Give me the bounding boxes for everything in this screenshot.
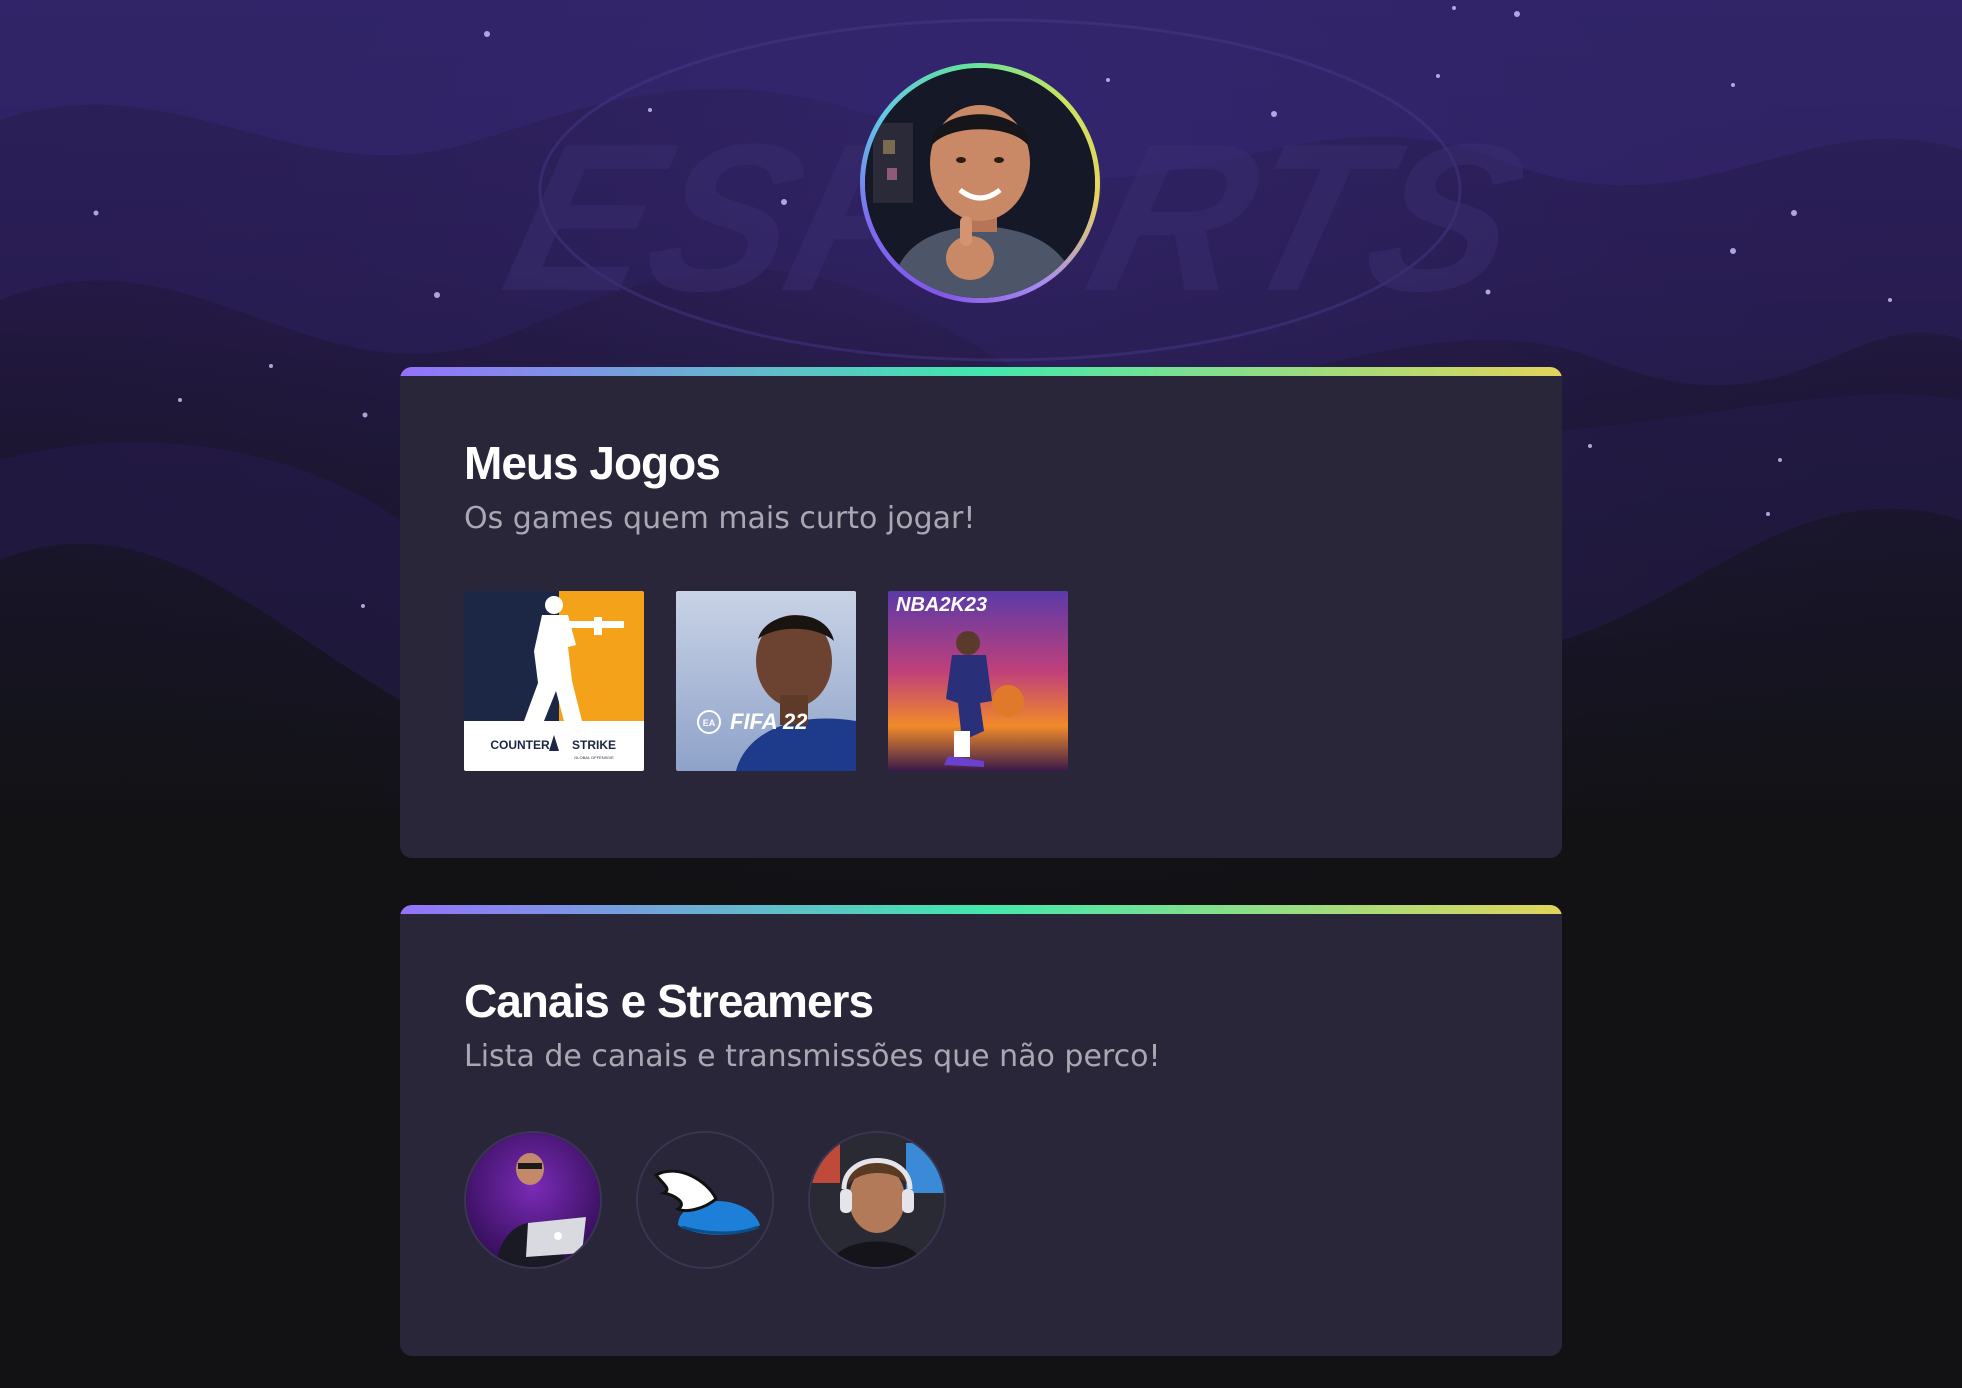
svg-text:FIFA 22: FIFA 22 <box>730 709 808 734</box>
games-list: COUNTER STRIKE GLOBAL OFFENSIVE EA FIFA … <box>464 591 1498 771</box>
games-subtitle: Os games quem mais curto jogar! <box>464 501 976 536</box>
games-title: Meus Jogos <box>464 437 721 489</box>
streamer-laptop-avatar <box>466 1133 600 1267</box>
streamers-subtitle: Lista de canais e transmissões que não p… <box>464 1039 1161 1074</box>
game-counter-strike[interactable]: COUNTER STRIKE GLOBAL OFFENSIVE <box>464 591 644 771</box>
streamers-title: Canais e Streamers <box>464 975 874 1027</box>
profile-photo <box>865 68 1095 298</box>
game-nba-2k23[interactable]: NBA2K23 <box>888 591 1068 771</box>
game-fifa-22[interactable]: EA FIFA 22 <box>676 591 856 771</box>
profile-avatar <box>860 63 1100 303</box>
streamer-avatar-2[interactable] <box>636 1131 774 1269</box>
streamer-avatar-3[interactable] <box>808 1131 946 1269</box>
svg-text:STRIKE: STRIKE <box>572 738 616 752</box>
streamers-card: Canais e Streamers Lista de canais e tra… <box>400 905 1562 1356</box>
winged-helmet-icon <box>638 1133 772 1267</box>
nba-cover: NBA2K23 <box>888 591 1068 771</box>
fifa-cover: EA FIFA 22 <box>676 591 856 771</box>
cs-cover: COUNTER STRIKE GLOBAL OFFENSIVE <box>464 591 644 771</box>
streamer-headphones-avatar <box>810 1133 944 1267</box>
svg-text:GLOBAL OFFENSIVE: GLOBAL OFFENSIVE <box>574 755 614 760</box>
streamer-avatar-1[interactable] <box>464 1131 602 1269</box>
svg-text:NBA2K23: NBA2K23 <box>896 594 987 616</box>
svg-text:COUNTER: COUNTER <box>490 738 550 752</box>
streamers-list <box>464 1131 1498 1269</box>
games-card: Meus Jogos Os games quem mais curto joga… <box>400 367 1562 858</box>
svg-text:EA: EA <box>703 718 716 728</box>
page: ESPORTS <box>0 0 1962 1388</box>
